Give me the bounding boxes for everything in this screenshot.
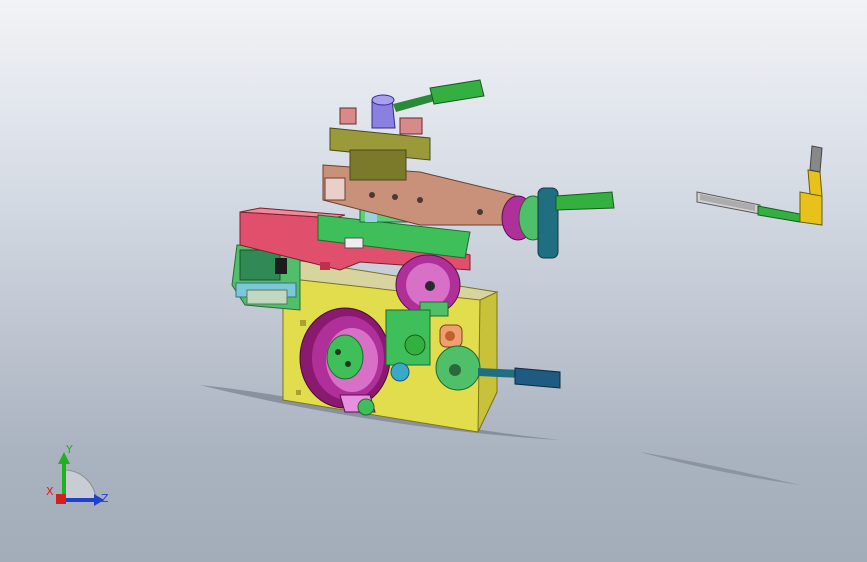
lathe-carriage-assembly [231, 79, 615, 433]
y-axis-label: Y [66, 443, 73, 456]
cad-viewport[interactable]: Y Z X [0, 0, 867, 562]
axis-triad [56, 452, 104, 506]
lever-shadow [640, 452, 800, 485]
tool-post-handle [393, 79, 485, 112]
model-canvas[interactable] [0, 0, 867, 562]
z-axis-label: Z [101, 492, 109, 505]
x-axis-arrow [56, 494, 66, 504]
feed-lever [435, 345, 561, 391]
compound-handwheel [501, 187, 615, 259]
x-axis-label: X [46, 485, 54, 498]
triad-base [63, 469, 97, 501]
cross-feed-handwheel [395, 254, 461, 317]
detached-lever-assembly [696, 145, 823, 226]
